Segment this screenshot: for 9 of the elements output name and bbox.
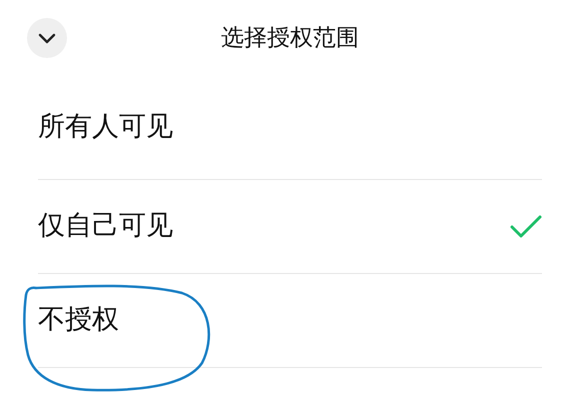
- option-label: 不授权: [38, 304, 119, 337]
- option-row[interactable]: 不授权: [38, 274, 542, 368]
- collapse-button[interactable]: [27, 18, 67, 58]
- option-row[interactable]: 仅自己可见: [38, 180, 542, 274]
- page-title: 选择授权范围: [221, 24, 359, 53]
- option-label: 仅自己可见: [38, 210, 173, 243]
- option-label: 所有人可见: [38, 111, 173, 144]
- chevron-down-icon: [38, 32, 56, 44]
- option-row[interactable]: 所有人可见: [38, 76, 542, 180]
